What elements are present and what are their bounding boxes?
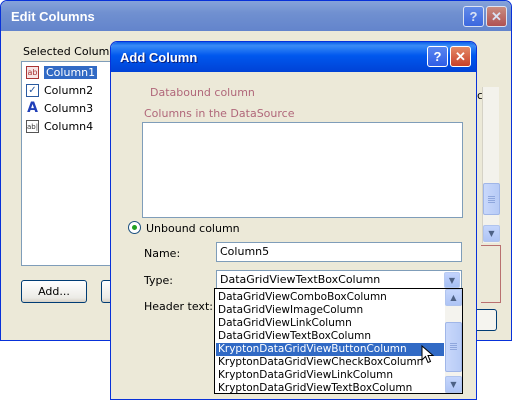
type-combobox-value: DataGridViewTextBoxColumn bbox=[220, 273, 381, 286]
column-label: Column1 bbox=[44, 66, 98, 79]
scrollbar-thumb[interactable] bbox=[445, 322, 462, 372]
column-list-item[interactable]: ab| Column4 bbox=[24, 118, 114, 135]
name-label: Name: bbox=[144, 247, 181, 260]
dropdown-option[interactable]: DataGridViewTextBoxColumn bbox=[216, 330, 444, 343]
property-help-panel bbox=[481, 245, 501, 303]
dropdown-option[interactable]: DataGridViewLinkColumn bbox=[216, 317, 444, 330]
selected-columns-list[interactable]: ab Column1 ✓ Column2 A Column3 ab| Colum… bbox=[21, 61, 116, 266]
properties-scrollbar[interactable]: ▼ bbox=[482, 87, 500, 243]
name-input-value: Column5 bbox=[220, 245, 270, 258]
datasource-columns-label: Columns in the DataSource bbox=[144, 107, 295, 120]
name-input[interactable]: Column5 bbox=[216, 242, 462, 262]
type-label: Type: bbox=[144, 274, 173, 287]
add-column-titlebar[interactable]: Add Column ? ✕ bbox=[111, 42, 476, 72]
scroll-up-icon[interactable]: ▲ bbox=[445, 289, 462, 306]
textbox-column-icon: ab| bbox=[26, 120, 39, 133]
mouse-cursor-icon bbox=[421, 345, 435, 364]
scroll-down-icon[interactable]: ▼ bbox=[445, 376, 462, 393]
close-button[interactable]: ✕ bbox=[450, 46, 471, 67]
add-column-title: Add Column bbox=[120, 50, 198, 65]
link-column-icon: A bbox=[27, 100, 38, 116]
dropdown-scrollbar[interactable]: ▲ ▼ bbox=[445, 289, 462, 393]
help-icon: ? bbox=[433, 49, 442, 64]
column-list-item[interactable]: A Column3 bbox=[24, 100, 114, 117]
close-button[interactable]: ✕ bbox=[486, 6, 507, 27]
scroll-down-icon[interactable]: ▼ bbox=[483, 225, 500, 242]
column-label: Column2 bbox=[44, 84, 94, 97]
dropdown-option[interactable]: KryptonDataGridViewCheckBoxColumn bbox=[216, 356, 444, 369]
column-label: Column4 bbox=[44, 120, 94, 133]
dropdown-option[interactable]: DataGridViewComboBoxColumn bbox=[216, 291, 444, 304]
close-icon: ✕ bbox=[455, 49, 466, 64]
edit-columns-titlebar[interactable]: Edit Columns ? ✕ bbox=[1, 1, 511, 31]
type-combobox[interactable]: DataGridViewTextBoxColumn ▼ bbox=[216, 270, 462, 290]
add-column-button[interactable]: Add... bbox=[21, 280, 87, 303]
column-label: Column3 bbox=[44, 102, 94, 115]
checkbox-column-icon: ✓ bbox=[26, 84, 39, 97]
header-text-label: Header text: bbox=[144, 300, 213, 313]
column-list-item[interactable]: ✓ Column2 bbox=[24, 82, 114, 99]
dropdown-option[interactable]: KryptonDataGridViewTextBoxColumn bbox=[216, 382, 444, 393]
help-icon: ? bbox=[469, 9, 478, 24]
add-button-label: Add... bbox=[38, 285, 70, 298]
dropdown-option[interactable]: KryptonDataGridViewLinkColumn bbox=[216, 369, 444, 382]
dropdown-option[interactable]: DataGridViewImageColumn bbox=[216, 304, 444, 317]
column-list-item[interactable]: ab Column1 bbox=[24, 64, 114, 81]
scrollbar-thumb[interactable] bbox=[483, 183, 500, 215]
unbound-column-label: Unbound column bbox=[146, 222, 240, 235]
edit-columns-title: Edit Columns bbox=[11, 9, 95, 24]
help-button[interactable]: ? bbox=[463, 6, 484, 27]
type-dropdown-list[interactable]: DataGridViewComboBoxColumn DataGridViewI… bbox=[214, 288, 463, 394]
chevron-down-icon[interactable]: ▼ bbox=[444, 272, 460, 288]
button-column-icon: ab bbox=[26, 66, 39, 79]
help-button[interactable]: ? bbox=[427, 46, 448, 67]
databound-column-radio-label[interactable]: Databound column bbox=[150, 86, 255, 99]
datasource-columns-tree[interactable] bbox=[142, 122, 463, 218]
ok-button-partial[interactable] bbox=[477, 309, 497, 331]
dropdown-option-highlighted[interactable]: KryptonDataGridViewButtonColumn bbox=[216, 343, 444, 356]
unbound-column-radio[interactable] bbox=[128, 221, 141, 234]
close-icon: ✕ bbox=[491, 9, 502, 24]
